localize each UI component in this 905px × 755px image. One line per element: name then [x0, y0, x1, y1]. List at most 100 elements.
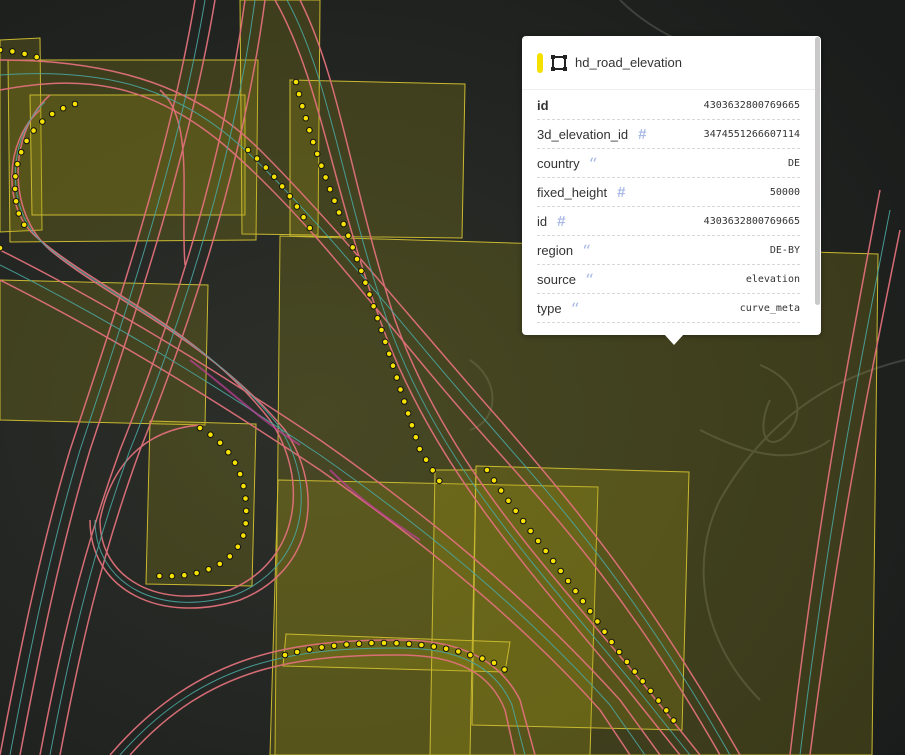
- vertex-dot[interactable]: [302, 114, 310, 122]
- vertex-dot[interactable]: [193, 569, 200, 577]
- vertex-dot[interactable]: [647, 687, 654, 695]
- vertex-dot[interactable]: [408, 422, 416, 429]
- vertex-dot[interactable]: [608, 638, 615, 646]
- vertex-dot[interactable]: [309, 138, 317, 146]
- vertex-dot[interactable]: [262, 164, 270, 171]
- vertex-dot[interactable]: [20, 221, 28, 229]
- vertex-dot[interactable]: [281, 651, 289, 659]
- vertex-dot[interactable]: [242, 507, 250, 515]
- vertex-dot[interactable]: [374, 314, 381, 322]
- vertex-dot[interactable]: [405, 640, 413, 648]
- vertex-dot[interactable]: [225, 448, 232, 456]
- vertex-dot[interactable]: [501, 666, 508, 673]
- vertex-dot[interactable]: [293, 203, 301, 210]
- vertex-dot[interactable]: [436, 477, 443, 485]
- vertex-dot[interactable]: [370, 303, 377, 310]
- vertex-dot[interactable]: [226, 553, 234, 560]
- vertex-dot[interactable]: [382, 338, 389, 346]
- vertex-dot[interactable]: [442, 645, 450, 653]
- vertex-dot[interactable]: [412, 433, 420, 441]
- vertex-dot[interactable]: [368, 639, 375, 647]
- vertex-dot[interactable]: [655, 697, 662, 704]
- vertex-dot[interactable]: [579, 597, 587, 605]
- vertex-dot[interactable]: [497, 487, 505, 494]
- vertex-dot[interactable]: [306, 126, 313, 134]
- vertex-dot[interactable]: [429, 467, 437, 474]
- vertex-dot[interactable]: [389, 362, 397, 370]
- vertex-dot[interactable]: [216, 439, 224, 447]
- vertex-dot[interactable]: [353, 255, 361, 263]
- vertex-dot[interactable]: [313, 150, 321, 158]
- vertex-dot[interactable]: [33, 53, 41, 61]
- elevation-tile[interactable]: [145, 420, 257, 587]
- vertex-dot[interactable]: [71, 100, 79, 108]
- vertex-dot[interactable]: [253, 155, 261, 162]
- vertex-dot[interactable]: [397, 386, 404, 393]
- vertex-dot[interactable]: [380, 639, 388, 647]
- vertex-dot[interactable]: [340, 220, 347, 228]
- vertex-dot[interactable]: [663, 707, 670, 714]
- vertex-dot[interactable]: [564, 577, 572, 585]
- vertex-dot[interactable]: [349, 244, 357, 251]
- vertex-dot[interactable]: [572, 587, 579, 595]
- vertex-dot[interactable]: [0, 244, 4, 252]
- vertex-dot[interactable]: [631, 668, 639, 675]
- vertex-dot[interactable]: [366, 291, 373, 298]
- vertex-dot[interactable]: [12, 173, 19, 180]
- vertex-dot[interactable]: [490, 659, 498, 667]
- vertex-dot[interactable]: [335, 209, 343, 216]
- vertex-dot[interactable]: [293, 648, 301, 656]
- vertex-dot[interactable]: [505, 497, 512, 505]
- vertex-dot[interactable]: [242, 495, 249, 502]
- vertex-dot[interactable]: [196, 424, 204, 432]
- vertex-dot[interactable]: [295, 90, 303, 98]
- vertex-dot[interactable]: [306, 646, 313, 653]
- vertex-dot[interactable]: [615, 648, 623, 656]
- vertex-dot[interactable]: [39, 118, 46, 125]
- vertex-dot[interactable]: [231, 459, 239, 467]
- vertex-dot[interactable]: [401, 398, 408, 405]
- vertex-dot[interactable]: [404, 410, 412, 417]
- vertex-dot[interactable]: [242, 520, 249, 527]
- vertex-dot[interactable]: [156, 572, 163, 580]
- vertex-dot[interactable]: [331, 197, 338, 205]
- vertex-dot[interactable]: [15, 210, 23, 217]
- vertex-dot[interactable]: [385, 350, 393, 358]
- vertex-dot[interactable]: [534, 537, 542, 545]
- vertex-dot[interactable]: [216, 560, 224, 568]
- vertex-dot[interactable]: [21, 50, 28, 58]
- vertex-dot[interactable]: [330, 642, 338, 650]
- vertex-dot[interactable]: [17, 148, 25, 156]
- vertex-dot[interactable]: [519, 517, 527, 525]
- vertex-dot[interactable]: [586, 608, 594, 615]
- vertex-dot[interactable]: [378, 326, 385, 334]
- vertex-dot[interactable]: [11, 185, 19, 193]
- elevation-tile[interactable]: [29, 94, 246, 216]
- vertex-dot[interactable]: [430, 643, 438, 650]
- vertex-dot[interactable]: [292, 78, 300, 86]
- vertex-dot[interactable]: [299, 102, 306, 110]
- vertex-dot[interactable]: [483, 466, 491, 474]
- vertex-dot[interactable]: [9, 48, 16, 55]
- vertex-dot[interactable]: [300, 213, 307, 221]
- vertex-dot[interactable]: [59, 104, 67, 112]
- vertex-dot[interactable]: [527, 527, 534, 535]
- vertex-dot[interactable]: [205, 566, 212, 573]
- vertex-dot[interactable]: [322, 174, 329, 181]
- popup-scrollbar[interactable]: [815, 37, 820, 305]
- vertex-dot[interactable]: [467, 651, 474, 659]
- vertex-dot[interactable]: [623, 658, 631, 666]
- vertex-dot[interactable]: [326, 185, 334, 193]
- vertex-dot[interactable]: [240, 482, 247, 490]
- vertex-dot[interactable]: [601, 628, 608, 636]
- vertex-dot[interactable]: [512, 507, 520, 515]
- vertex-dot[interactable]: [455, 648, 462, 655]
- vertex-dot[interactable]: [240, 532, 247, 539]
- vertex-dot[interactable]: [14, 160, 21, 168]
- vertex-dot[interactable]: [318, 644, 326, 651]
- vertex-dot[interactable]: [12, 198, 20, 205]
- vertex-dot[interactable]: [168, 572, 176, 580]
- vertex-dot[interactable]: [358, 267, 365, 275]
- vertex-dot[interactable]: [393, 639, 400, 647]
- feature-popup[interactable]: hd_road_elevation id 4303632800769665 3d_e…: [522, 36, 821, 335]
